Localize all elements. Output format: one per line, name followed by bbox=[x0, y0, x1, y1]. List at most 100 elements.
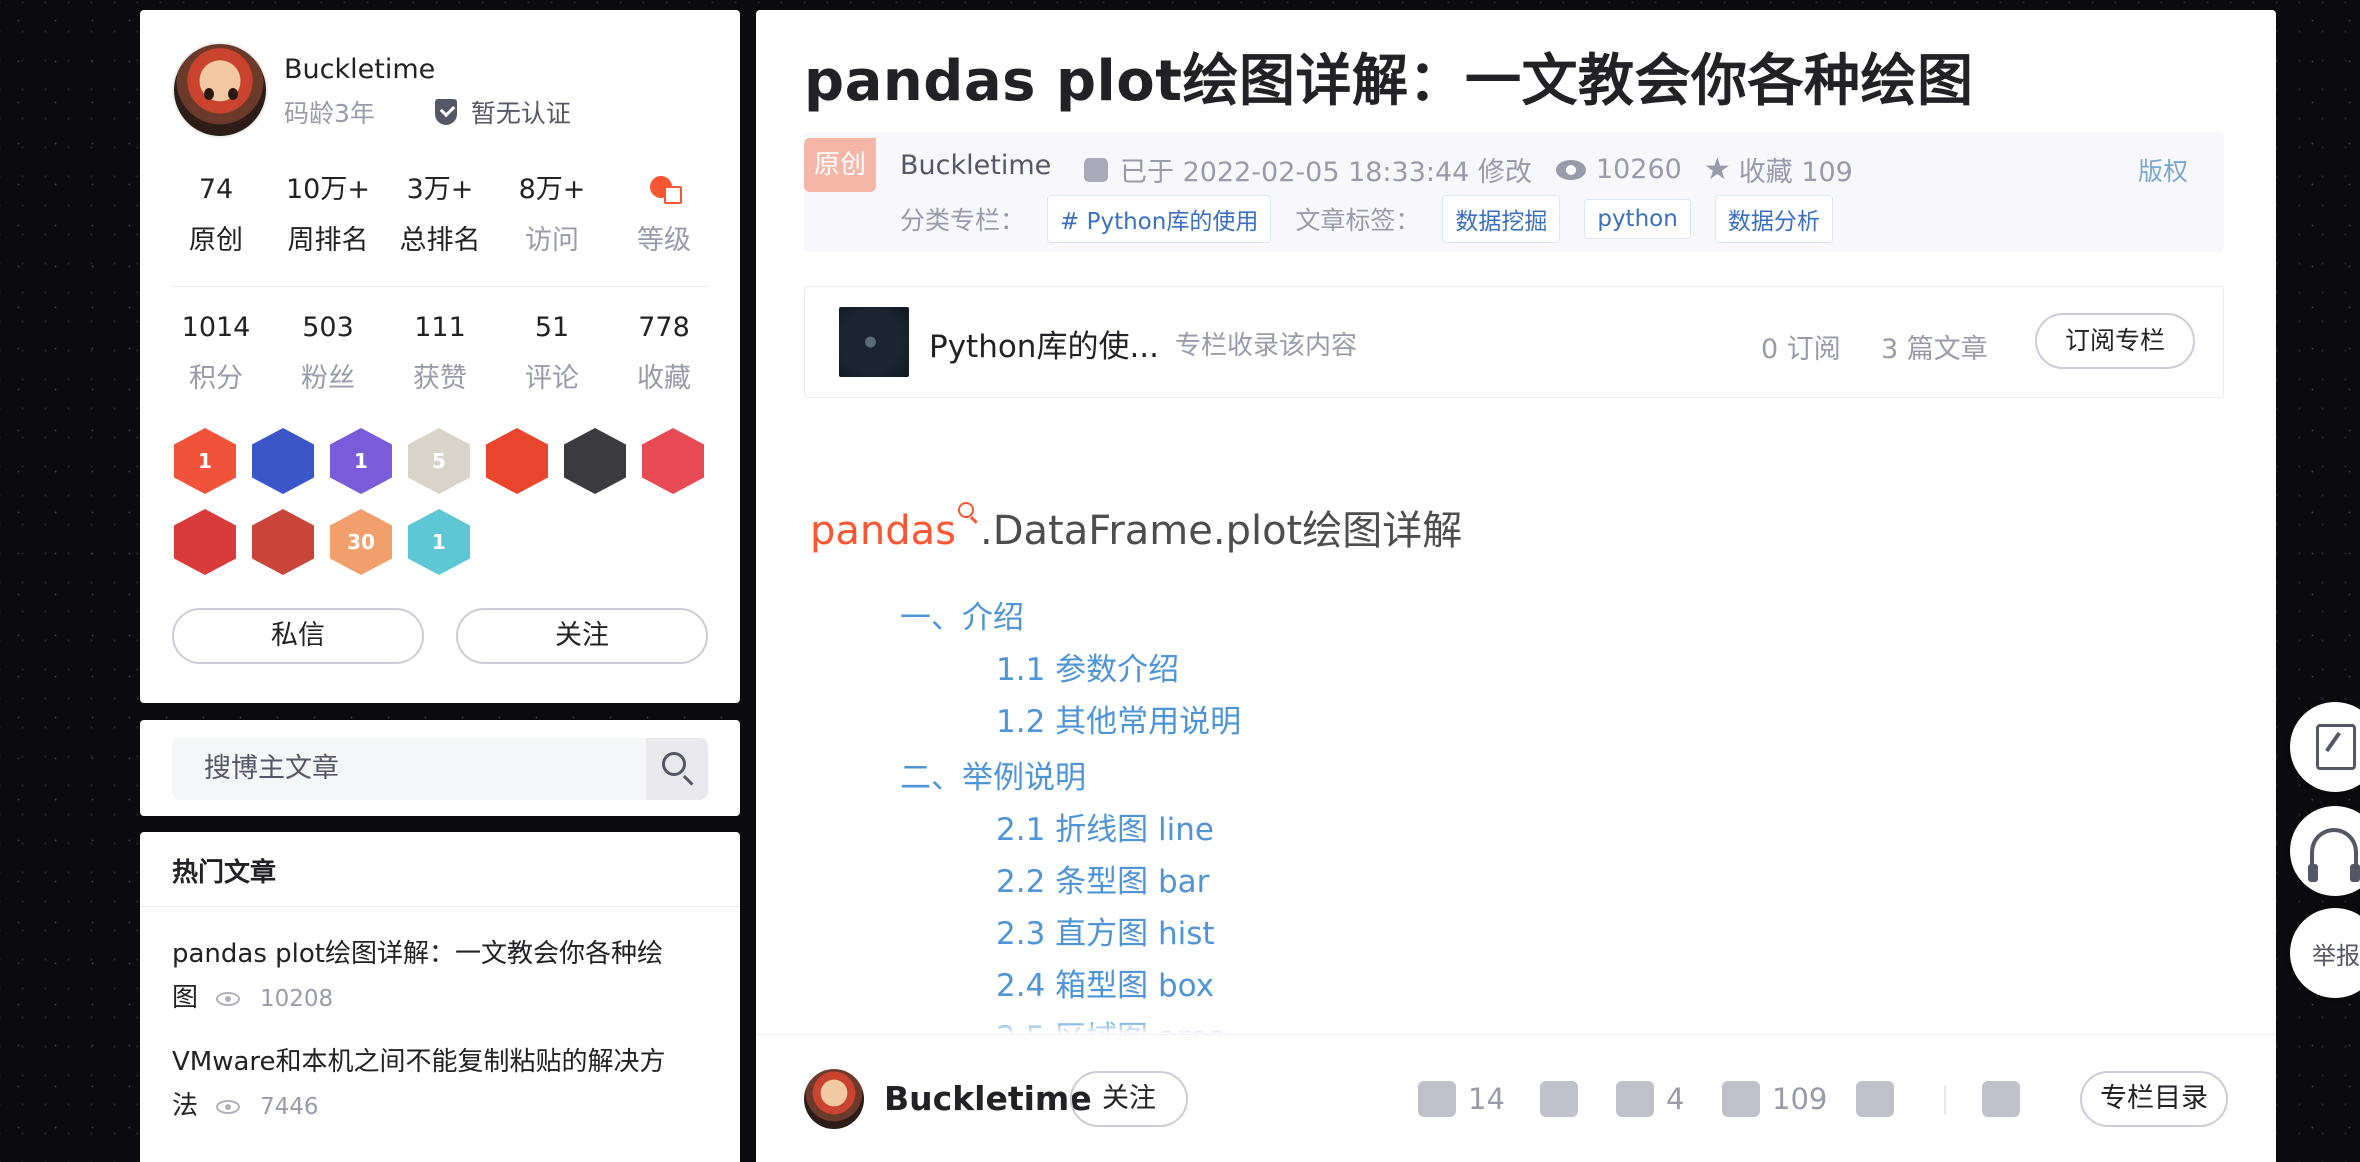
reward-button[interactable] bbox=[1856, 1075, 1906, 1123]
achievement-badge[interactable]: 5 bbox=[408, 428, 470, 494]
achievement-badge[interactable] bbox=[252, 428, 314, 494]
achievement-badge[interactable] bbox=[486, 428, 548, 494]
favorite-count[interactable]: 收藏 109 bbox=[1739, 150, 1853, 189]
toc-item[interactable]: 1.1 参数介绍 bbox=[996, 644, 1179, 689]
content-heading: pandas .DataFrame.plot绘图详解 bbox=[810, 498, 1462, 556]
achievement-badge[interactable] bbox=[252, 509, 314, 575]
support-float-button[interactable] bbox=[2290, 806, 2360, 896]
edit-time: 已于 2022-02-05 18:33:44 修改 bbox=[1120, 157, 1532, 188]
achievement-badge[interactable]: 30 bbox=[330, 509, 392, 575]
achievement-badge[interactable]: 1 bbox=[330, 428, 392, 494]
report-label: 举报 bbox=[2312, 942, 2360, 970]
thumbs-up-icon bbox=[1418, 1081, 1456, 1117]
subscribe-column-button[interactable]: 订阅专栏 bbox=[2035, 313, 2195, 369]
follow-button[interactable]: 关注 bbox=[456, 608, 708, 664]
stat-value: 10万+ bbox=[286, 174, 370, 205]
level-icon bbox=[646, 174, 682, 204]
comment-button[interactable]: 4 bbox=[1616, 1075, 1684, 1123]
toc-item[interactable]: 2.4 箱型图 box bbox=[996, 960, 1214, 1005]
toc-item[interactable]: 2.1 折线图 line bbox=[996, 804, 1214, 849]
toc-item[interactable]: 一、介绍 bbox=[900, 592, 1024, 637]
hot-article-item[interactable]: pandas plot绘图详解：一文教会你各种绘 图 10208 bbox=[172, 932, 712, 1021]
favorite-count: 109 bbox=[1772, 1082, 1828, 1116]
stat-likes[interactable]: 111 获赞 bbox=[384, 308, 496, 395]
shield-icon bbox=[434, 99, 457, 125]
author-name[interactable]: Buckletime bbox=[284, 54, 435, 85]
eye-icon bbox=[216, 1099, 241, 1114]
toc-item[interactable]: 二、举例说明 bbox=[900, 752, 1086, 797]
like-button[interactable]: 14 bbox=[1418, 1075, 1505, 1123]
column-cover[interactable] bbox=[839, 307, 909, 377]
achievement-badge[interactable] bbox=[642, 428, 704, 494]
copyright-link[interactable]: 版权 bbox=[2138, 152, 2188, 188]
meta-edit-info: 已于 2022-02-05 18:33:44 修改 10260 ★ 收藏 109 bbox=[1084, 150, 1853, 189]
search-input[interactable]: 搜博主文章 bbox=[172, 738, 646, 800]
badge-list: 1 1 5 30 1 bbox=[174, 428, 714, 575]
code-age: 码龄3年 bbox=[284, 99, 375, 128]
hot-article-title-cont: 法 bbox=[172, 1091, 199, 1121]
stat-visits[interactable]: 8万+ 访问 bbox=[496, 170, 608, 257]
meta-tags-row: 分类专栏： # Python库的使用 文章标签： 数据挖掘 python 数据分… bbox=[900, 194, 1857, 244]
stat-label: 评论 bbox=[525, 363, 579, 394]
view-count: 10260 bbox=[1595, 154, 1682, 185]
meta-author[interactable]: Buckletime bbox=[900, 150, 1051, 181]
stat-value: 1014 bbox=[181, 312, 251, 343]
column-toc-button[interactable]: 专栏目录 bbox=[2080, 1071, 2228, 1127]
stat-value: 503 bbox=[302, 312, 354, 343]
hot-article-views: 7446 bbox=[260, 1094, 319, 1120]
share-icon bbox=[1982, 1081, 2020, 1117]
toc-item[interactable]: 2.3 直方图 hist bbox=[996, 908, 1215, 953]
star-icon: ★ bbox=[1703, 152, 1731, 187]
toolbar-divider bbox=[1944, 1085, 1946, 1115]
stat-total-rank[interactable]: 3万+ 总排名 bbox=[384, 170, 496, 257]
author-name[interactable]: Buckletime bbox=[884, 1079, 1092, 1118]
stat-points[interactable]: 1014 积分 bbox=[160, 308, 272, 395]
achievement-badge[interactable]: 1 bbox=[408, 509, 470, 575]
stat-label: 收藏 bbox=[637, 363, 691, 394]
like-count: 14 bbox=[1468, 1082, 1505, 1116]
profile-card: Buckletime 码龄3年 暂无认证 74 原创 10万+ 周排名 3万+ … bbox=[140, 10, 740, 703]
write-float-button[interactable] bbox=[2290, 702, 2360, 792]
stat-original[interactable]: 74 原创 bbox=[160, 170, 272, 257]
toc-item[interactable]: 1.2 其他常用说明 bbox=[996, 696, 1241, 741]
hot-article-title: VMware和本机之间不能复制粘贴的解决方 bbox=[172, 1047, 666, 1077]
toc-item[interactable]: 2.2 条型图 bar bbox=[996, 856, 1209, 901]
category-tag[interactable]: # Python库的使用 bbox=[1047, 195, 1272, 243]
author-meta: 码龄3年 暂无认证 bbox=[284, 94, 571, 130]
message-button[interactable]: 私信 bbox=[172, 608, 424, 664]
achievement-badge[interactable] bbox=[564, 428, 626, 494]
author-avatar[interactable] bbox=[172, 42, 268, 138]
article-tag[interactable]: 数据分析 bbox=[1714, 195, 1833, 243]
achievement-badge[interactable] bbox=[174, 509, 236, 575]
search-icon[interactable] bbox=[958, 502, 974, 518]
category-label: 分类专栏： bbox=[900, 206, 1026, 235]
hot-article-item[interactable]: VMware和本机之间不能复制粘贴的解决方 法 7446 bbox=[172, 1040, 712, 1129]
stat-value: 111 bbox=[414, 312, 466, 343]
search-button[interactable] bbox=[646, 738, 708, 800]
share-button[interactable] bbox=[1982, 1075, 2032, 1123]
stat-favorites[interactable]: 778 收藏 bbox=[608, 308, 720, 395]
favorite-button[interactable]: 109 bbox=[1722, 1075, 1827, 1123]
stat-value: 8万+ bbox=[518, 174, 586, 205]
stat-week-rank[interactable]: 10万+ 周排名 bbox=[272, 170, 384, 257]
article-tag[interactable]: python bbox=[1584, 199, 1691, 239]
original-badge: 原创 bbox=[804, 138, 876, 192]
report-float-button[interactable]: 举报 bbox=[2290, 908, 2360, 998]
stat-label: 获赞 bbox=[413, 363, 467, 394]
stat-label: 粉丝 bbox=[301, 363, 355, 394]
stat-fans[interactable]: 503 粉丝 bbox=[272, 308, 384, 395]
column-desc: 专栏收录该内容 bbox=[1175, 331, 1358, 361]
stat-comments[interactable]: 51 评论 bbox=[496, 308, 608, 395]
heading-keyword-link[interactable]: pandas bbox=[810, 508, 956, 554]
author-avatar[interactable] bbox=[804, 1069, 864, 1129]
stats-divider bbox=[172, 286, 708, 287]
achievement-badge[interactable]: 1 bbox=[174, 428, 236, 494]
article-tag[interactable]: 数据挖掘 bbox=[1442, 195, 1561, 243]
stat-level[interactable]: 等级 bbox=[608, 170, 720, 257]
column-article-count: 3 篇文章 bbox=[1881, 334, 1988, 365]
tags-label: 文章标签： bbox=[1295, 206, 1421, 235]
column-name[interactable]: Python库的使... bbox=[929, 321, 1159, 366]
follow-button[interactable]: 关注 bbox=[1070, 1071, 1188, 1127]
dislike-button[interactable] bbox=[1540, 1075, 1590, 1123]
comment-icon bbox=[1616, 1081, 1654, 1117]
